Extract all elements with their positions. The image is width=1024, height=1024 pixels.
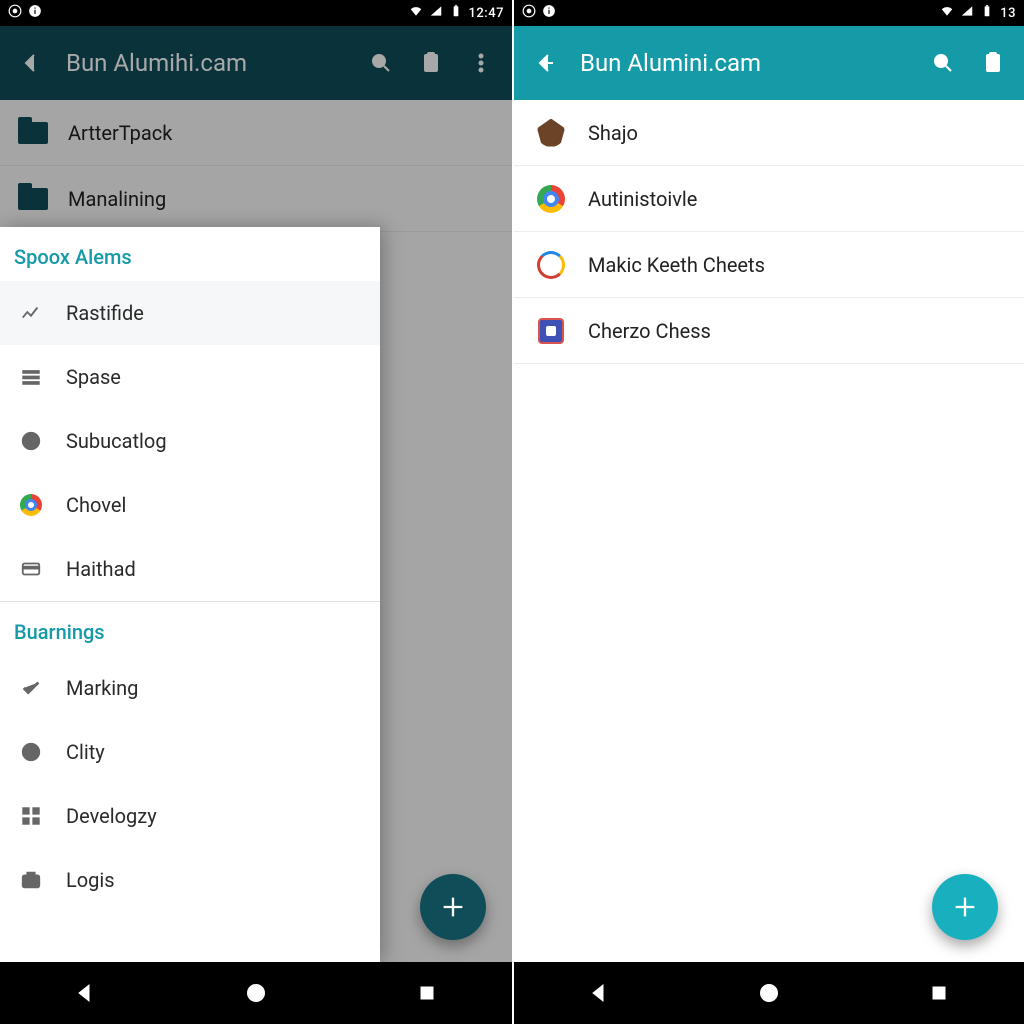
drawer-item-label: Haithad xyxy=(66,557,136,581)
clock-icon xyxy=(18,428,44,454)
drawer-item-label: Subucatlog xyxy=(66,429,167,453)
phone-screen-right: 13 Bun Alumini.cam Shajo Autinistoivle M… xyxy=(512,0,1024,1024)
play-circle-icon xyxy=(18,739,44,765)
status-bar: 12:47 xyxy=(0,0,512,26)
battery-icon xyxy=(449,4,463,22)
status-clock: 12:47 xyxy=(469,6,504,21)
nav-back-button[interactable] xyxy=(65,973,105,1013)
list-item[interactable]: Makic Keeth Cheets xyxy=(514,232,1024,298)
search-button[interactable] xyxy=(922,42,964,84)
drawer-item-logis[interactable]: Logis xyxy=(0,848,380,912)
system-nav-bar xyxy=(0,962,512,1024)
drawer-item-chovel[interactable]: Chovel xyxy=(0,473,380,537)
grid-icon xyxy=(18,803,44,829)
navigation-drawer: Spoox Alems Rastifide Spase Subucatlog C… xyxy=(0,227,380,962)
signal-icon xyxy=(429,4,443,22)
camera-icon xyxy=(18,867,44,893)
battery-icon xyxy=(980,4,994,22)
signal-icon xyxy=(960,4,974,22)
drawer-item-marking[interactable]: Marking xyxy=(0,656,380,720)
nav-overview-button[interactable] xyxy=(919,973,959,1013)
drawer-item-haithad[interactable]: Haithad xyxy=(0,537,380,601)
drawer-item-develogzy[interactable]: Develogzy xyxy=(0,784,380,848)
chess-icon xyxy=(536,316,566,346)
drawer-item-label: Logis xyxy=(66,868,115,892)
phone-screen-left: 12:47 Bun Alumihi.cam ArtterTpack Manali… xyxy=(0,0,512,1024)
drawer-item-subucatlog[interactable]: Subucatlog xyxy=(0,409,380,473)
status-info-icon xyxy=(28,4,42,22)
wifi-icon xyxy=(940,4,954,22)
status-info-icon xyxy=(542,4,556,22)
drawer-item-label: Develogzy xyxy=(66,804,157,828)
drawer-item-label: Rastifide xyxy=(66,301,144,325)
nav-home-button[interactable] xyxy=(236,973,276,1013)
list-item[interactable]: Cherzo Chess xyxy=(514,298,1024,364)
fab-add-button[interactable] xyxy=(420,874,486,940)
list-item-label: Autinistoivle xyxy=(588,187,697,211)
drawer-item-label: Marking xyxy=(66,676,138,700)
status-app-icon xyxy=(8,4,22,22)
wifi-icon xyxy=(409,4,423,22)
list-item[interactable]: Shajo xyxy=(514,100,1024,166)
appbar-title: Bun Alumini.cam xyxy=(574,49,914,77)
clipboard-button[interactable] xyxy=(972,42,1014,84)
drawer-item-rastifide[interactable]: Rastifide xyxy=(0,281,380,345)
drawer-item-label: Chovel xyxy=(66,493,126,517)
drawer-item-clity[interactable]: Clity xyxy=(0,720,380,784)
list-item-label: Shajo xyxy=(588,121,638,145)
nav-home-button[interactable] xyxy=(749,973,789,1013)
drawer-item-spase[interactable]: Spase xyxy=(0,345,380,409)
drawer-item-label: Clity xyxy=(66,740,105,764)
shajo-icon xyxy=(536,118,566,148)
chart-icon xyxy=(18,300,44,326)
drawer-section-header: Buarnings xyxy=(0,602,380,656)
nav-back-button[interactable] xyxy=(579,973,619,1013)
sheets-icon xyxy=(536,250,566,280)
appbar: Bun Alumini.cam xyxy=(514,26,1024,100)
status-clock: 13 xyxy=(1000,6,1016,21)
system-nav-bar xyxy=(514,962,1024,1024)
drawer-section-header: Spoox Alems xyxy=(0,227,380,281)
back-button[interactable] xyxy=(524,42,566,84)
status-app-icon xyxy=(522,4,536,22)
app-list: Shajo Autinistoivle Makic Keeth Cheets C… xyxy=(514,100,1024,962)
chrome-icon xyxy=(18,492,44,518)
card-icon xyxy=(18,556,44,582)
check-icon xyxy=(18,675,44,701)
list-item-label: Cherzo Chess xyxy=(588,319,711,343)
list-item-label: Makic Keeth Cheets xyxy=(588,253,765,277)
status-bar: 13 xyxy=(514,0,1024,26)
chrome-icon xyxy=(536,184,566,214)
list-icon xyxy=(18,364,44,390)
nav-overview-button[interactable] xyxy=(407,973,447,1013)
fab-add-button[interactable] xyxy=(932,874,998,940)
drawer-item-label: Spase xyxy=(66,365,121,389)
list-item[interactable]: Autinistoivle xyxy=(514,166,1024,232)
